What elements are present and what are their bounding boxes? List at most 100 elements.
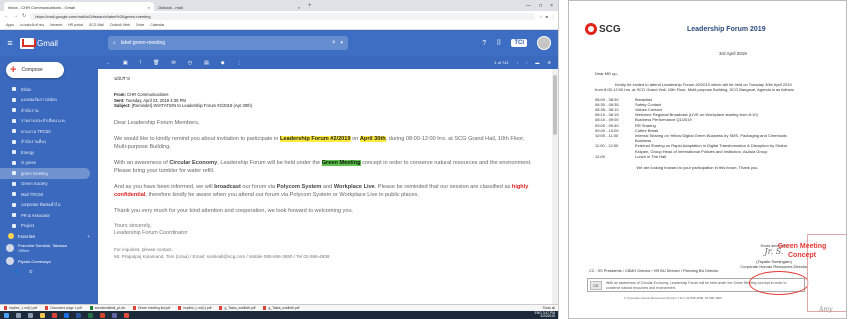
- person-icon[interactable]: 👤: [14, 269, 19, 274]
- tab-close-icon[interactable]: ×: [148, 5, 150, 10]
- tab-close-icon[interactable]: ×: [298, 5, 300, 10]
- download-item[interactable]: Implies_1.mt(1).pdf: [4, 306, 37, 310]
- compose-button[interactable]: + Compose: [6, 62, 64, 78]
- bookmark-item[interactable]: แบบฟอร์มคำขอ: [20, 22, 44, 28]
- search-input[interactable]: ⌕ label:green-meeting × ▾: [108, 36, 348, 50]
- apps-grid-icon[interactable]: ⠿: [496, 39, 501, 47]
- sidebar-item[interactable]: สำนักงานอื่นๆ: [0, 137, 98, 148]
- phone-icon[interactable]: ✆: [29, 269, 32, 274]
- download-item[interactable]: g_Tasks_mailbdfr.pdf: [219, 306, 255, 310]
- move-to-icon[interactable]: ▤: [204, 60, 209, 66]
- download-item[interactable]: scsmkmafkstk_pt.xls: [89, 306, 125, 310]
- tab-label: Inbox - CHR Communications - Gmail: [8, 5, 75, 10]
- search-query: label:green-meeting: [120, 40, 166, 46]
- minimize-icon[interactable]: —: [526, 1, 531, 11]
- chat-contact[interactable]: Pranothe Somkiat, Tabassa Offline: [0, 241, 98, 255]
- label-icon: [12, 108, 16, 113]
- bookmark-item[interactable]: Apps: [6, 23, 14, 27]
- add-icon[interactable]: +: [88, 234, 98, 239]
- contact-line[interactable]: Mr. Prapatpoj Kulamand, Tom (Uraa) / Ema…: [114, 253, 539, 261]
- system-tray[interactable]: ENG 3:47 PM 4/24/2019: [535, 311, 555, 319]
- search-icon[interactable]: ⌕: [113, 40, 116, 46]
- star-icon[interactable]: ☆: [539, 14, 543, 19]
- powerpoint-icon[interactable]: [100, 312, 105, 318]
- snooze-icon[interactable]: ◷: [188, 60, 192, 66]
- excel-icon[interactable]: [88, 312, 93, 318]
- older-icon[interactable]: ›: [526, 60, 527, 65]
- paragraph-invitation: We would like to kindly remind you about…: [114, 135, 525, 150]
- sidebar-item[interactable]: PR & Associate: [0, 210, 98, 221]
- outlook-icon[interactable]: [64, 312, 69, 318]
- sidebar-item[interactable]: แบบฟอร์มการสมัคร: [0, 95, 98, 106]
- explorer-icon[interactable]: [40, 312, 45, 318]
- mark-unread-icon[interactable]: ✉: [171, 60, 175, 66]
- download-item[interactable]: Green meeting list.pdf: [132, 306, 170, 310]
- favorites-header[interactable]: Favorites +: [0, 231, 98, 241]
- sidebar-item[interactable]: สำนักงาน: [0, 105, 98, 116]
- avatar[interactable]: [537, 36, 551, 50]
- sidebar-item[interactable]: G green: [0, 158, 98, 169]
- input-tools-icon[interactable]: ▬: [535, 60, 539, 65]
- back-icon[interactable]: ←: [4, 13, 9, 19]
- chat-contact[interactable]: Piyada Oomesaya: [0, 255, 98, 267]
- scrollbar-thumb[interactable]: [553, 75, 557, 135]
- sidebar-item-green-meeting[interactable]: green meeting: [0, 168, 90, 179]
- bookmark-item[interactable]: Drive: [136, 23, 144, 27]
- newer-icon[interactable]: ‹: [517, 60, 518, 65]
- new-tab-button[interactable]: +: [304, 2, 316, 11]
- show-all-downloads[interactable]: Show all: [543, 306, 555, 310]
- archive-icon[interactable]: ▣: [123, 60, 128, 66]
- bookmark-item[interactable]: Intranet: [50, 23, 62, 27]
- forward-icon[interactable]: →: [13, 13, 18, 19]
- report-spam-icon[interactable]: !: [140, 60, 141, 66]
- labels-icon[interactable]: ◆: [221, 60, 225, 66]
- browser-tab-outlook[interactable]: Outlook - mail ×: [154, 2, 304, 11]
- menu-icon[interactable]: ⋮: [551, 14, 555, 19]
- close-window-icon[interactable]: ×: [550, 1, 553, 11]
- sidebar-item[interactable]: Energy: [0, 147, 98, 158]
- search-icon[interactable]: [16, 312, 21, 318]
- browser-tab-gmail[interactable]: Inbox - CHR Communications - Gmail ×: [4, 2, 154, 11]
- agenda-row: 11:00 - 12:00 External Sharing on Rapid A…: [595, 143, 787, 154]
- download-item[interactable]: Implies_L.mt(1).pdf: [178, 306, 211, 310]
- delete-icon[interactable]: 🗑: [153, 60, 159, 66]
- main-menu-icon[interactable]: ≡: [0, 38, 20, 48]
- clear-search-icon[interactable]: ×: [332, 40, 336, 46]
- chrome-icon[interactable]: [52, 312, 57, 318]
- teams-icon[interactable]: [112, 312, 117, 318]
- sidebar-item[interactable]: รายงานประจำเดือน ม.ค.: [0, 116, 98, 127]
- email-subject: Subject: [Reminder] INVITATION to Leader…: [114, 103, 539, 109]
- settings-gear-icon[interactable]: ⚙: [547, 60, 551, 65]
- chat-contact-name: Piyada Oomesaya: [18, 258, 51, 264]
- back-to-list-icon[interactable]: ←: [106, 60, 111, 66]
- screenshot-left: Inbox - CHR Communications - Gmail × Out…: [0, 0, 559, 319]
- download-item[interactable]: Document page 1.pdf: [45, 306, 82, 310]
- sidebar-item[interactable]: Project: [0, 221, 98, 232]
- download-item[interactable]: g_Tasks_mailbdfr.pdf: [263, 306, 299, 310]
- extension-icon[interactable]: ■: [546, 14, 548, 19]
- help-icon[interactable]: ?: [482, 40, 486, 47]
- task-view-icon[interactable]: [28, 312, 33, 318]
- reload-icon[interactable]: ↻: [22, 13, 26, 19]
- avatar: [6, 244, 14, 252]
- gmail-logo[interactable]: Gmail: [20, 37, 108, 49]
- scrollbar[interactable]: [552, 69, 558, 304]
- search-options-icon[interactable]: ▾: [340, 40, 343, 46]
- sidebar-item[interactable]: corporate ติดต่อทั่วไป: [0, 200, 98, 211]
- sidebar-item[interactable]: Mail TRC50: [0, 189, 98, 200]
- start-icon[interactable]: [4, 312, 9, 318]
- sidebar-item[interactable]: Inbox: [0, 84, 98, 95]
- bookmark-item[interactable]: SCG Mail: [89, 23, 104, 27]
- bookmark-item[interactable]: Calendar: [150, 23, 164, 27]
- more-icon[interactable]: ⋮: [237, 60, 242, 66]
- app-icon[interactable]: [124, 312, 129, 318]
- maximize-icon[interactable]: □: [539, 1, 542, 11]
- bookmark-item[interactable]: Outlook Web: [110, 23, 130, 27]
- url-field[interactable]: https://mail.google.com/mail/u/0/#search…: [30, 12, 535, 20]
- avatar: [6, 257, 14, 265]
- sidebar-item[interactable]: ตามงาน TRC50: [0, 126, 98, 137]
- sidebar-item[interactable]: Green Society: [0, 179, 98, 190]
- sent-value: Tuesday, April 23, 2019 4:35 PM: [125, 97, 186, 103]
- word-icon[interactable]: [76, 312, 81, 318]
- bookmark-item[interactable]: HR portal: [68, 23, 83, 27]
